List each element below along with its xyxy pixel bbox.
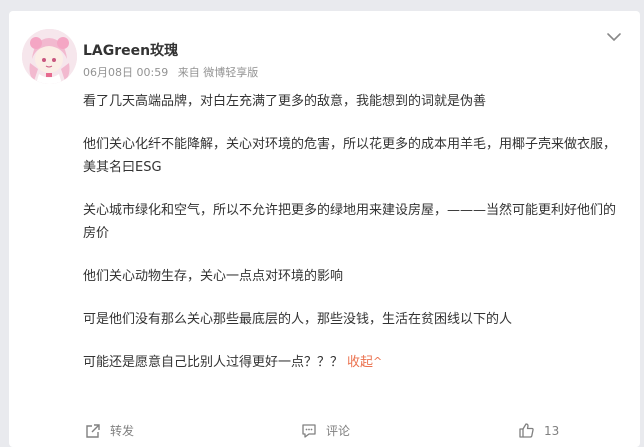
avatar[interactable]: [22, 29, 77, 84]
post-meta: 06月08日 00:59 来自 微博轻享版: [83, 64, 264, 80]
paragraph: 他们关心化纤不能降解，关心对环境的危害，所以花更多的成本用羊毛，用椰子壳来做衣服…: [83, 137, 617, 175]
avatar-image: [22, 29, 77, 84]
share-icon: [85, 423, 101, 439]
paragraph: 关心城市绿化和空气，所以不允许把更多的绿地用来建设房屋，———当然可能更利好他们…: [83, 203, 617, 241]
like-button[interactable]: 13: [518, 414, 559, 447]
collapse-label: 收起: [347, 355, 374, 370]
paragraph-last: 可能还是愿意自己比别人过得更好一点？？？ 收起^: [83, 351, 623, 374]
last-line-text: 可能还是愿意自己比别人过得更好一点？？？: [83, 355, 344, 370]
paragraph: 看了几天高端品牌，对白左充满了更多的敌意，我能想到的词就是伪善: [83, 94, 487, 109]
post-date[interactable]: 06月08日 00:59: [83, 66, 168, 79]
username[interactable]: LAGreen玫瑰: [83, 40, 178, 60]
chevron-down-icon[interactable]: [606, 28, 622, 42]
weibo-post-card: LAGreen玫瑰 06月08日 00:59 来自 微博轻享版 看了几天高端品牌…: [9, 11, 640, 447]
post-content: 看了几天高端品牌，对白左充满了更多的敌意，我能想到的词就是伪善 他们关心化纤不能…: [83, 90, 623, 374]
comment-icon: [301, 423, 317, 439]
thumbs-up-icon: [518, 422, 535, 439]
comment-label: 评论: [326, 424, 351, 438]
repost-label: 转发: [110, 424, 135, 438]
paragraph: 可是他们没有那么关心那些最底层的人，那些没钱，生活在贫困线以下的人: [83, 312, 513, 327]
post-actions: 转发 评论 13: [9, 414, 640, 447]
comment-button[interactable]: 评论: [301, 414, 350, 447]
like-count: 13: [544, 423, 560, 438]
paragraph: 他们关心动物生存，关心一点点对环境的影响: [83, 269, 344, 284]
repost-button[interactable]: 转发: [85, 414, 134, 447]
post-source: 来自 微博轻享版: [177, 66, 259, 79]
chevron-up-icon: ^: [373, 355, 383, 368]
collapse-button[interactable]: 收起^: [347, 355, 382, 370]
